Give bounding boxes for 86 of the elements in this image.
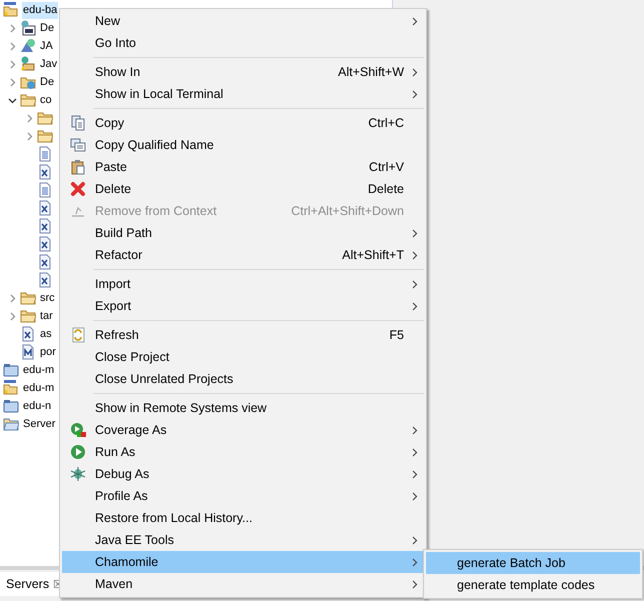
menu-item[interactable]: Restore from Local History... — [62, 507, 424, 529]
collapsed-chevron-icon[interactable] — [8, 24, 16, 32]
copy-icon — [70, 137, 86, 153]
menu-item[interactable]: Debug As — [62, 463, 424, 485]
menu-item[interactable]: Import — [62, 273, 424, 295]
tree-item[interactable]: as — [39, 326, 53, 342]
refresh-icon — [70, 327, 86, 343]
folder-icon — [3, 416, 19, 432]
folder-icon — [20, 92, 36, 108]
resources-icon — [20, 56, 36, 72]
delete-icon — [70, 181, 86, 197]
menu-item[interactable]: New — [62, 10, 424, 32]
menu-item[interactable]: Refresh F5 — [62, 324, 424, 346]
collapsed-chevron-icon[interactable] — [8, 294, 16, 302]
text-file-icon — [37, 182, 53, 198]
tree-item[interactable]: edu-m — [22, 380, 56, 396]
folder-icon — [20, 290, 36, 306]
pom-file-icon — [20, 344, 36, 360]
copy-icon — [70, 115, 86, 131]
shortcut-label: Alt+Shift+W — [338, 65, 405, 79]
shortcut-label: F5 — [389, 328, 405, 342]
folder-icon — [3, 398, 19, 414]
collapsed-chevron-icon[interactable] — [8, 78, 16, 86]
collapsed-chevron-icon[interactable] — [8, 42, 16, 50]
menu-item[interactable]: generate Batch Job — [426, 552, 640, 574]
menu-item[interactable]: Java EE Tools — [62, 529, 424, 551]
folder-icon — [37, 110, 53, 126]
xml-file-icon — [37, 254, 53, 270]
text-file-icon — [37, 146, 53, 162]
folder-icon — [20, 308, 36, 324]
menu-item[interactable]: Close Project — [62, 346, 424, 368]
collapsed-chevron-icon[interactable] — [8, 312, 16, 320]
menu-item[interactable]: Refactor Alt+Shift+T — [62, 244, 424, 266]
tree-item[interactable]: Jav — [39, 56, 58, 72]
xml-file-icon — [37, 164, 53, 180]
tree-item[interactable]: co — [39, 92, 53, 108]
shortcut-label: Delete — [368, 182, 405, 196]
xml-file-icon — [37, 200, 53, 216]
tree-item[interactable]: De — [39, 20, 56, 36]
menu-item[interactable]: Build Path — [62, 222, 424, 244]
menu-item[interactable]: Export — [62, 295, 424, 317]
menu-item[interactable]: Copy Ctrl+C — [62, 112, 424, 134]
library-icon — [20, 20, 36, 36]
menu-item[interactable]: Chamomile — [62, 551, 424, 573]
menu-item[interactable]: Profile As — [62, 485, 424, 507]
xml-file-icon — [20, 326, 36, 342]
menu-item[interactable]: Run As — [62, 441, 424, 463]
project-icon — [3, 2, 19, 18]
tree-item[interactable]: tar — [39, 308, 54, 324]
webservice-icon — [20, 38, 36, 54]
xml-file-icon — [37, 272, 53, 288]
expanded-chevron-icon[interactable] — [8, 96, 16, 104]
menu-item[interactable]: Show in Remote Systems view — [62, 397, 424, 419]
coverage-icon — [70, 422, 86, 438]
folder-icon — [3, 362, 19, 378]
menu-item[interactable]: Close Unrelated Projects — [62, 368, 424, 390]
menu-item[interactable]: Show In Alt+Shift+W — [62, 61, 424, 83]
tree-item[interactable]: De — [39, 74, 56, 90]
collapsed-chevron-icon[interactable] — [8, 60, 16, 68]
menu-item[interactable]: Paste Ctrl+V — [62, 156, 424, 178]
menu-item[interactable]: Go Into — [62, 32, 424, 54]
tree-item[interactable]: edu-ba — [22, 2, 58, 18]
tree-item[interactable]: edu-m — [22, 362, 56, 378]
run-icon — [70, 444, 86, 460]
tree-item[interactable]: src — [39, 290, 56, 306]
menu-item[interactable]: Copy Qualified Name — [62, 134, 424, 156]
project-icon — [3, 380, 19, 396]
bug-icon — [70, 466, 86, 482]
menu-item[interactable]: Coverage As — [62, 419, 424, 441]
paste-icon — [70, 159, 86, 175]
menu-item[interactable]: generate template codes — [426, 574, 640, 596]
folder-icon — [37, 128, 53, 144]
xml-file-icon — [37, 218, 53, 234]
tree-item[interactable]: edu-n — [22, 398, 52, 414]
shortcut-label: Ctrl+Alt+Shift+Down — [291, 204, 405, 218]
shortcut-label: Alt+Shift+T — [342, 248, 405, 262]
shortcut-label: Ctrl+C — [368, 116, 405, 130]
tree-item[interactable]: Server — [22, 416, 56, 432]
tree-item[interactable]: JA — [39, 38, 54, 54]
collapsed-chevron-icon[interactable] — [24, 132, 34, 140]
menu-item[interactable]: Show in Local Terminal — [62, 83, 424, 105]
xml-file-icon — [37, 236, 53, 252]
menu-item[interactable]: Delete Delete — [62, 178, 424, 200]
tree-item[interactable]: por — [39, 344, 57, 360]
shortcut-label: Ctrl+V — [368, 160, 405, 174]
collapsed-chevron-icon[interactable] — [24, 114, 34, 122]
